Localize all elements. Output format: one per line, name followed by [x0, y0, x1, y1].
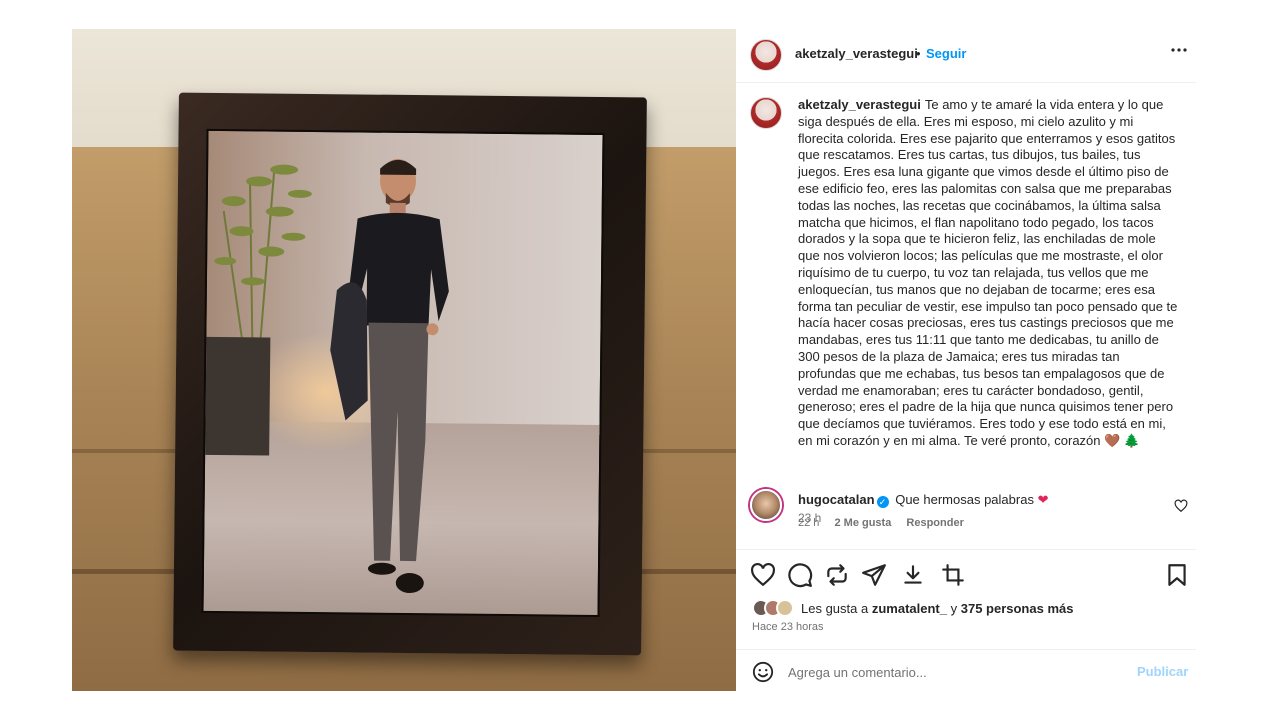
planter — [205, 336, 271, 456]
post-panel: aketzaly_verastegui • Seguir aketzaly_ve… — [736, 29, 1196, 691]
repost-icon[interactable] — [824, 562, 850, 588]
follow-button[interactable]: Seguir — [926, 46, 966, 61]
reply-button[interactable]: Responder — [906, 517, 963, 529]
publish-button[interactable]: Publicar — [1137, 664, 1188, 679]
caption-block: aketzaly_verastegui Te amo y te amaré la … — [736, 83, 1196, 525]
caption: aketzaly_verastegui Te amo y te amaré la … — [798, 97, 1178, 450]
emoji-icon[interactable] — [752, 661, 774, 683]
caption-text: Te amo y te amaré la vida entera y lo qu… — [798, 97, 1178, 448]
verified-badge-icon: ✓ — [876, 496, 889, 508]
comment-icon[interactable] — [787, 562, 813, 588]
first-liker[interactable]: zumatalent_ — [872, 601, 947, 616]
comment-text: Que hermosas palabras — [895, 492, 1034, 507]
post-timestamp[interactable]: Hace 23 horas — [752, 621, 824, 633]
comment-time[interactable]: 22 h — [798, 517, 819, 529]
add-comment-bar: Publicar — [736, 649, 1196, 691]
framed-photo — [201, 128, 605, 617]
action-bar — [736, 549, 1196, 599]
more-options-icon[interactable] — [1170, 41, 1188, 64]
ellipsis-icon — [1171, 48, 1187, 52]
post-header: aketzaly_verastegui • Seguir — [736, 29, 1196, 83]
share-icon[interactable] — [861, 562, 887, 588]
commenter-username[interactable]: hugocatalan — [798, 492, 875, 507]
picture-frame — [173, 92, 647, 656]
liker-avatar — [776, 599, 794, 617]
comment-meta: 22 h 2 Me gusta Responder — [798, 517, 976, 529]
commenter-avatar[interactable] — [750, 489, 782, 521]
author-username[interactable]: aketzaly_verastegui — [795, 46, 918, 61]
plant-illustration — [214, 164, 312, 342]
bookmark-icon[interactable] — [1164, 562, 1190, 588]
separator-dot: • — [916, 46, 921, 61]
heart-icon[interactable] — [750, 562, 776, 588]
likes-prefix: Les gusta a — [801, 601, 869, 616]
caption-username[interactable]: aketzaly_verastegui — [798, 97, 921, 112]
heart-emoji: ❤ — [1037, 492, 1049, 507]
crop-icon[interactable] — [940, 562, 966, 588]
comment-item: hugocatalan ✓ Que hermosas palabras ❤ 22 … — [736, 485, 1196, 545]
post-image[interactable] — [72, 29, 736, 691]
other-likers[interactable]: 375 personas más — [961, 601, 1074, 616]
likes-summary: Les gusta a zumatalent_ y 375 personas m… — [752, 599, 1192, 619]
comment-input[interactable] — [788, 662, 1118, 682]
liker-avatars[interactable] — [752, 599, 802, 617]
download-icon[interactable] — [900, 562, 926, 588]
caption-avatar[interactable] — [750, 97, 782, 129]
comment-body: hugocatalan ✓ Que hermosas palabras ❤ — [798, 492, 1158, 508]
likes-text: Les gusta a zumatalent_ y 375 personas m… — [801, 601, 1073, 616]
likes-joiner: y — [950, 601, 958, 616]
comment-like-heart-icon[interactable] — [1174, 499, 1188, 513]
comment-likes[interactable]: 2 Me gusta — [834, 517, 891, 529]
man-figure — [330, 158, 449, 594]
author-avatar[interactable] — [750, 39, 782, 71]
